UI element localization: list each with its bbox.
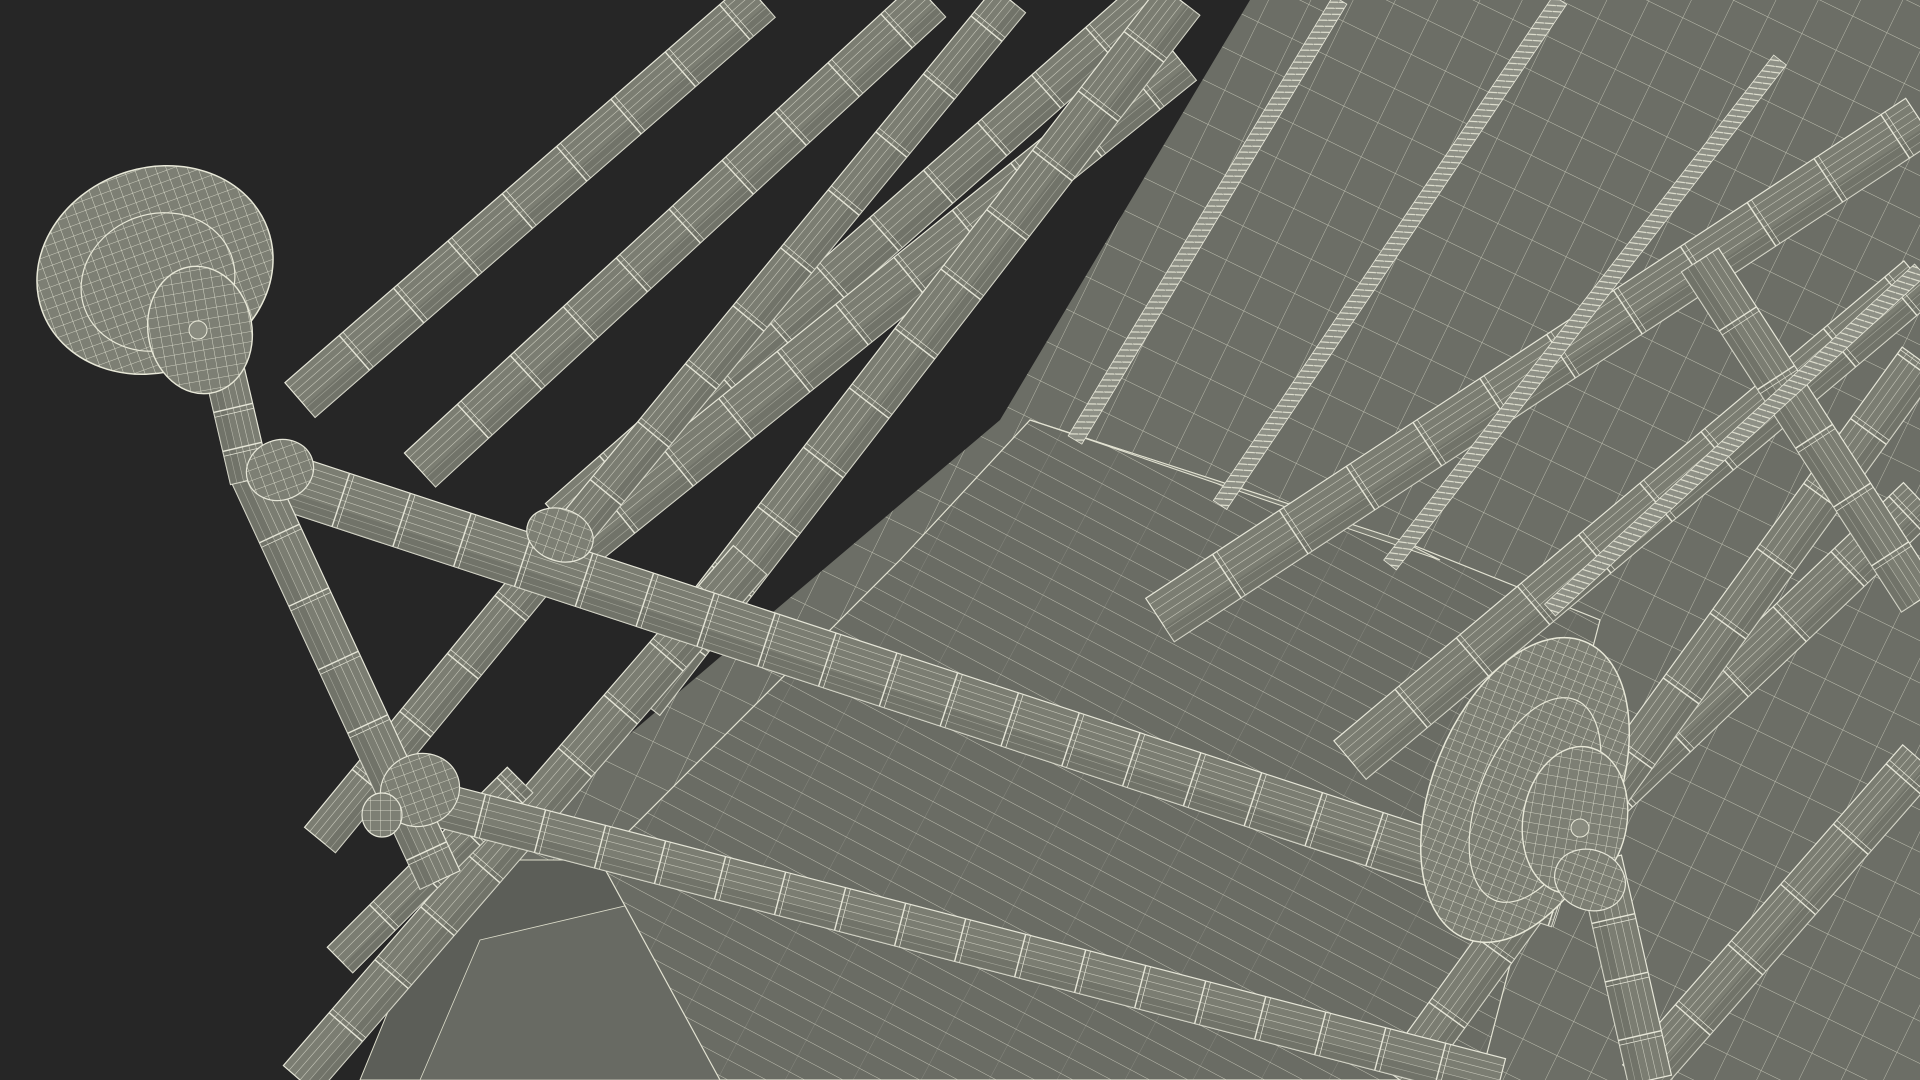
wireframe-render-viewport xyxy=(0,0,1920,1080)
wireframe-scene xyxy=(0,0,1920,1080)
joint-left-small xyxy=(361,792,403,838)
